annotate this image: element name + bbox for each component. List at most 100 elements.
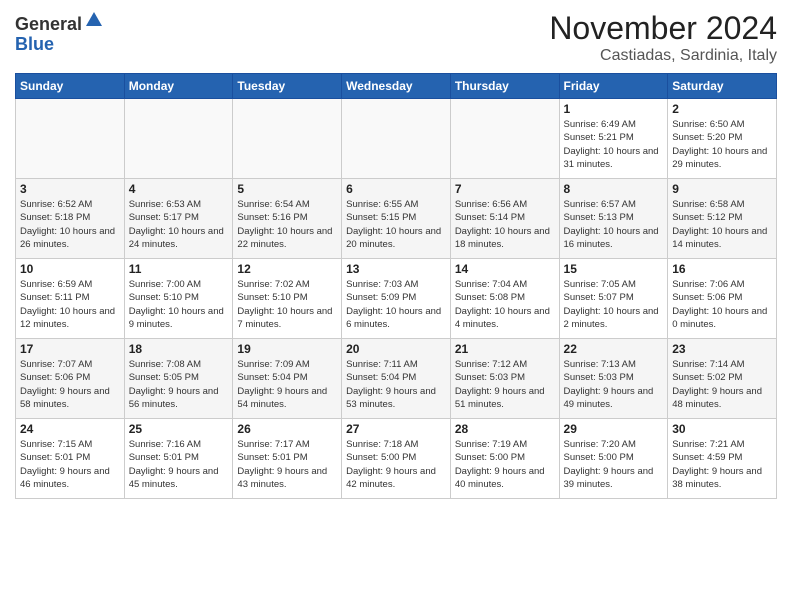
calendar-header-row: SundayMondayTuesdayWednesdayThursdayFrid… [16, 74, 777, 99]
header: General Blue November 2024 Castiadas, Sa… [15, 10, 777, 65]
calendar-cell: 6 Sunrise: 6:55 AM Sunset: 5:15 PM Daylig… [342, 179, 451, 259]
day-info: Sunrise: 7:21 AM Sunset: 4:59 PM Dayligh… [672, 438, 772, 491]
page-container: General Blue November 2024 Castiadas, Sa… [0, 0, 792, 509]
calendar-cell [342, 99, 451, 179]
weekday-header: Saturday [668, 74, 777, 99]
day-number: 8 [564, 182, 664, 196]
calendar-cell: 24 Sunrise: 7:15 AM Sunset: 5:01 PM Dayli… [16, 419, 125, 499]
day-number: 16 [672, 262, 772, 276]
day-info: Sunrise: 7:04 AM Sunset: 5:08 PM Dayligh… [455, 278, 555, 331]
day-info: Sunrise: 7:05 AM Sunset: 5:07 PM Dayligh… [564, 278, 664, 331]
calendar-cell: 12 Sunrise: 7:02 AM Sunset: 5:10 PM Dayli… [233, 259, 342, 339]
calendar-cell: 26Sunrise: 7:17 AM Sunset: 5:01 PM Dayli… [233, 419, 342, 499]
calendar-cell: 21 Sunrise: 7:12 AM Sunset: 5:03 PM Dayli… [450, 339, 559, 419]
month-year: November 2024 [549, 10, 777, 47]
calendar-cell: 18Sunrise: 7:08 AM Sunset: 5:05 PM Dayli… [124, 339, 233, 419]
day-info: Sunrise: 7:16 AM Sunset: 5:01 PM Dayligh… [129, 438, 229, 491]
calendar-week-row: 1 Sunrise: 6:49 AM Sunset: 5:21 PM Daylig… [16, 99, 777, 179]
calendar-cell: 10 Sunrise: 6:59 AM Sunset: 5:11 PM Dayli… [16, 259, 125, 339]
day-number: 21 [455, 342, 555, 356]
calendar-cell: 1 Sunrise: 6:49 AM Sunset: 5:21 PM Daylig… [559, 99, 668, 179]
day-number: 24 [20, 422, 120, 436]
calendar-cell: 20 Sunrise: 7:11 AM Sunset: 5:04 PM Dayli… [342, 339, 451, 419]
calendar-cell: 13 Sunrise: 7:03 AM Sunset: 5:09 PM Dayli… [342, 259, 451, 339]
calendar-cell: 22 Sunrise: 7:13 AM Sunset: 5:03 PM Dayli… [559, 339, 668, 419]
day-info: Sunrise: 6:52 AM Sunset: 5:18 PM Dayligh… [20, 198, 120, 251]
calendar-week-row: 17Sunrise: 7:07 AM Sunset: 5:06 PM Dayli… [16, 339, 777, 419]
day-number: 2 [672, 102, 772, 116]
day-info: Sunrise: 7:00 AM Sunset: 5:10 PM Dayligh… [129, 278, 229, 331]
day-info: Sunrise: 6:59 AM Sunset: 5:11 PM Dayligh… [20, 278, 120, 331]
day-info: Sunrise: 6:57 AM Sunset: 5:13 PM Dayligh… [564, 198, 664, 251]
day-number: 13 [346, 262, 446, 276]
title-block: November 2024 Castiadas, Sardinia, Italy [549, 10, 777, 65]
calendar-cell: 2 Sunrise: 6:50 AM Sunset: 5:20 PM Daylig… [668, 99, 777, 179]
day-info: Sunrise: 7:02 AM Sunset: 5:10 PM Dayligh… [237, 278, 337, 331]
calendar-cell: 25Sunrise: 7:16 AM Sunset: 5:01 PM Dayli… [124, 419, 233, 499]
calendar-cell [450, 99, 559, 179]
calendar-cell: 11Sunrise: 7:00 AM Sunset: 5:10 PM Dayli… [124, 259, 233, 339]
weekday-header: Monday [124, 74, 233, 99]
logo-blue: Blue [15, 34, 54, 54]
calendar-cell: 23 Sunrise: 7:14 AM Sunset: 5:02 PM Dayli… [668, 339, 777, 419]
day-info: Sunrise: 7:14 AM Sunset: 5:02 PM Dayligh… [672, 358, 772, 411]
day-number: 27 [346, 422, 446, 436]
calendar-cell: 29Sunrise: 7:20 AM Sunset: 5:00 PM Dayli… [559, 419, 668, 499]
day-number: 7 [455, 182, 555, 196]
calendar-cell [16, 99, 125, 179]
day-number: 1 [564, 102, 664, 116]
day-number: 18 [129, 342, 229, 356]
weekday-header: Thursday [450, 74, 559, 99]
day-number: 30 [672, 422, 772, 436]
calendar-cell: 7 Sunrise: 6:56 AM Sunset: 5:14 PM Daylig… [450, 179, 559, 259]
day-info: Sunrise: 6:56 AM Sunset: 5:14 PM Dayligh… [455, 198, 555, 251]
day-info: Sunrise: 7:12 AM Sunset: 5:03 PM Dayligh… [455, 358, 555, 411]
day-info: Sunrise: 7:20 AM Sunset: 5:00 PM Dayligh… [564, 438, 664, 491]
calendar-cell: 15Sunrise: 7:05 AM Sunset: 5:07 PM Dayli… [559, 259, 668, 339]
day-number: 26 [237, 422, 337, 436]
day-number: 6 [346, 182, 446, 196]
day-number: 20 [346, 342, 446, 356]
calendar-cell [124, 99, 233, 179]
calendar-cell: 30 Sunrise: 7:21 AM Sunset: 4:59 PM Dayli… [668, 419, 777, 499]
day-info: Sunrise: 6:55 AM Sunset: 5:15 PM Dayligh… [346, 198, 446, 251]
calendar-cell: 4 Sunrise: 6:53 AM Sunset: 5:17 PM Daylig… [124, 179, 233, 259]
day-number: 19 [237, 342, 337, 356]
calendar-cell: 19 Sunrise: 7:09 AM Sunset: 5:04 PM Dayli… [233, 339, 342, 419]
logo: General Blue [15, 10, 104, 55]
day-number: 28 [455, 422, 555, 436]
day-info: Sunrise: 6:50 AM Sunset: 5:20 PM Dayligh… [672, 118, 772, 171]
day-info: Sunrise: 6:49 AM Sunset: 5:21 PM Dayligh… [564, 118, 664, 171]
day-number: 17 [20, 342, 120, 356]
day-number: 22 [564, 342, 664, 356]
calendar-cell: 8 Sunrise: 6:57 AM Sunset: 5:13 PM Daylig… [559, 179, 668, 259]
day-number: 4 [129, 182, 229, 196]
day-info: Sunrise: 7:03 AM Sunset: 5:09 PM Dayligh… [346, 278, 446, 331]
day-info: Sunrise: 6:53 AM Sunset: 5:17 PM Dayligh… [129, 198, 229, 251]
calendar-week-row: 24 Sunrise: 7:15 AM Sunset: 5:01 PM Dayli… [16, 419, 777, 499]
day-number: 10 [20, 262, 120, 276]
day-number: 12 [237, 262, 337, 276]
day-number: 14 [455, 262, 555, 276]
day-info: Sunrise: 7:15 AM Sunset: 5:01 PM Dayligh… [20, 438, 120, 491]
day-info: Sunrise: 6:54 AM Sunset: 5:16 PM Dayligh… [237, 198, 337, 251]
calendar-cell: 28 Sunrise: 7:19 AM Sunset: 5:00 PM Dayli… [450, 419, 559, 499]
calendar-cell: 27 Sunrise: 7:18 AM Sunset: 5:00 PM Dayli… [342, 419, 451, 499]
day-info: Sunrise: 7:11 AM Sunset: 5:04 PM Dayligh… [346, 358, 446, 411]
day-number: 23 [672, 342, 772, 356]
calendar-cell: 14 Sunrise: 7:04 AM Sunset: 5:08 PM Dayli… [450, 259, 559, 339]
day-number: 3 [20, 182, 120, 196]
calendar-cell: 9 Sunrise: 6:58 AM Sunset: 5:12 PM Daylig… [668, 179, 777, 259]
day-info: Sunrise: 7:18 AM Sunset: 5:00 PM Dayligh… [346, 438, 446, 491]
day-info: Sunrise: 7:09 AM Sunset: 5:04 PM Dayligh… [237, 358, 337, 411]
day-info: Sunrise: 7:13 AM Sunset: 5:03 PM Dayligh… [564, 358, 664, 411]
calendar-cell: 3 Sunrise: 6:52 AM Sunset: 5:18 PM Daylig… [16, 179, 125, 259]
day-info: Sunrise: 6:58 AM Sunset: 5:12 PM Dayligh… [672, 198, 772, 251]
day-number: 5 [237, 182, 337, 196]
day-number: 9 [672, 182, 772, 196]
calendar-week-row: 3 Sunrise: 6:52 AM Sunset: 5:18 PM Daylig… [16, 179, 777, 259]
logo-icon [84, 10, 104, 30]
day-info: Sunrise: 7:19 AM Sunset: 5:00 PM Dayligh… [455, 438, 555, 491]
calendar-cell: 17Sunrise: 7:07 AM Sunset: 5:06 PM Dayli… [16, 339, 125, 419]
calendar-week-row: 10 Sunrise: 6:59 AM Sunset: 5:11 PM Dayli… [16, 259, 777, 339]
